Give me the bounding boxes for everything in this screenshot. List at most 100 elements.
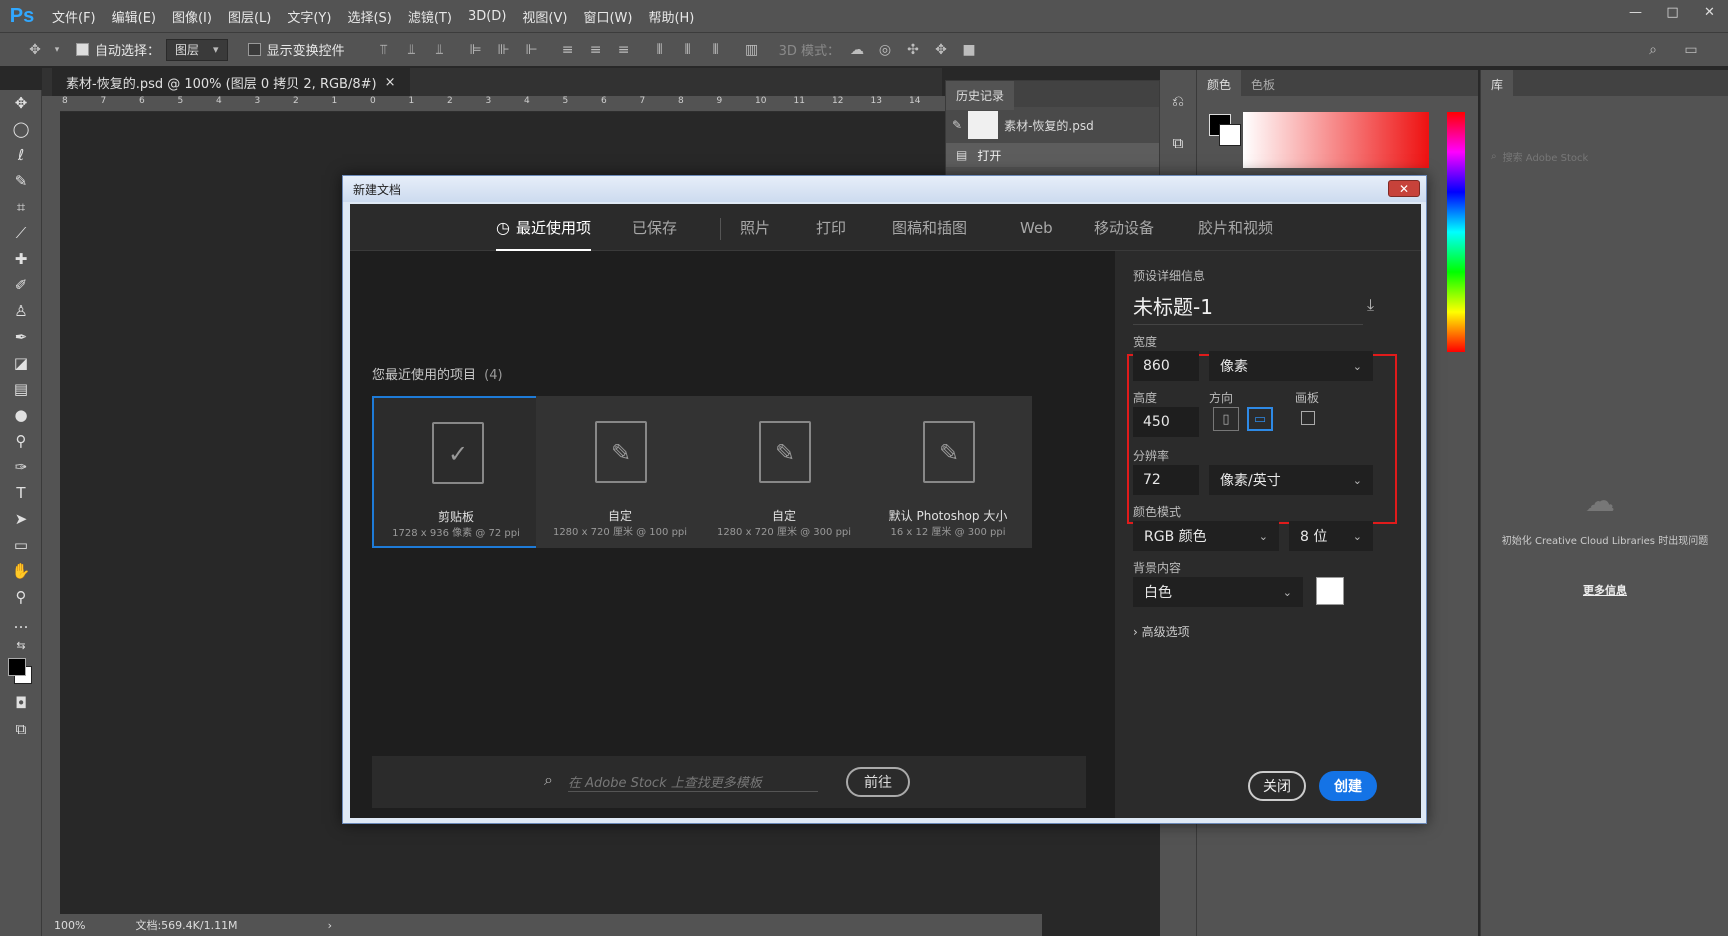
- more-info-link[interactable]: 更多信息: [1481, 582, 1728, 598]
- recent-card-clipboard[interactable]: ✓ 剪贴板 1728 x 936 像素 @ 72 ppi: [372, 396, 540, 548]
- menu-image[interactable]: 图像(I): [164, 7, 220, 26]
- tab-saved[interactable]: 已保存: [632, 204, 677, 251]
- dodge-tool-icon[interactable]: ⚲: [0, 428, 42, 454]
- swap-colors-icon[interactable]: ⇆: [0, 636, 42, 654]
- status-arrow-icon[interactable]: ›: [328, 919, 332, 932]
- landscape-orientation-button[interactable]: ▭: [1247, 407, 1273, 431]
- tab-print[interactable]: 打印: [816, 204, 846, 251]
- bit-depth-select[interactable]: 8 位 ⌄: [1289, 521, 1373, 551]
- tab-art-illustration[interactable]: 图稿和插图: [892, 204, 967, 251]
- library-search[interactable]: ⌕ 搜索 Adobe Stock: [1491, 146, 1717, 166]
- 3d-slide-icon[interactable]: ✥: [930, 42, 952, 58]
- history-step-open[interactable]: 打开: [977, 147, 1001, 164]
- menu-select[interactable]: 选择(S): [339, 7, 399, 26]
- shape-tool-icon[interactable]: ▭: [0, 532, 42, 558]
- resolution-input[interactable]: 72: [1133, 465, 1199, 495]
- align-bottom-icon[interactable]: ⫫: [429, 42, 451, 58]
- history-snapshot-name[interactable]: 素材-恢复的.psd: [1004, 117, 1094, 134]
- color-swatches-icon[interactable]: [0, 654, 42, 690]
- align-hcenter-icon[interactable]: ⊪: [493, 42, 515, 58]
- gradient-tool-icon[interactable]: ▤: [0, 376, 42, 402]
- preset-name-input[interactable]: 未标题-1: [1133, 291, 1363, 325]
- blur-tool-icon[interactable]: ●: [0, 402, 42, 428]
- menu-filter[interactable]: 滤镜(T): [400, 7, 460, 26]
- crop-tool-icon[interactable]: ⌗: [0, 194, 42, 220]
- dialog-close-button[interactable]: ✕: [1388, 180, 1420, 197]
- save-preset-icon[interactable]: ⤓: [1367, 295, 1374, 315]
- distribute-hcenter-icon[interactable]: ⦀: [677, 42, 699, 58]
- zoom-level[interactable]: 100%: [54, 919, 85, 932]
- properties-panel-icon[interactable]: ⧉: [1160, 130, 1196, 156]
- color-tab[interactable]: 颜色: [1197, 70, 1242, 96]
- background-contents-select[interactable]: 白色 ⌄: [1133, 577, 1303, 607]
- screen-mode-icon[interactable]: ⧉: [0, 716, 42, 742]
- close-icon[interactable]: ×: [385, 75, 396, 90]
- width-input[interactable]: 860: [1133, 351, 1199, 381]
- menu-file[interactable]: 文件(F): [44, 7, 104, 26]
- lasso-tool-icon[interactable]: ℓ: [0, 142, 42, 168]
- align-right-icon[interactable]: ⊩: [521, 42, 543, 58]
- eyedropper-tool-icon[interactable]: ⟋: [0, 220, 42, 246]
- recent-card-default-photoshop[interactable]: ✎ 默认 Photoshop 大小 16 x 12 厘米 @ 300 ppi: [864, 396, 1032, 548]
- background-color-swatch[interactable]: [1219, 124, 1241, 146]
- create-button[interactable]: 创建: [1319, 771, 1377, 801]
- type-tool-icon[interactable]: T: [0, 480, 42, 506]
- color-spectrum[interactable]: [1243, 112, 1429, 168]
- distribute-left-icon[interactable]: ⦀: [649, 42, 671, 58]
- menu-window[interactable]: 窗口(W): [575, 7, 640, 26]
- zoom-tool-icon[interactable]: ⚲: [0, 584, 42, 610]
- healing-tool-icon[interactable]: ✚: [0, 246, 42, 272]
- tab-film-video[interactable]: 胶片和视频: [1198, 204, 1273, 251]
- recent-card-custom-1[interactable]: ✎ 自定 1280 x 720 厘米 @ 100 ppi: [536, 396, 704, 548]
- auto-select-checkbox[interactable]: [76, 43, 89, 56]
- portrait-orientation-button[interactable]: ▯: [1213, 407, 1239, 431]
- close-button[interactable]: 关闭: [1248, 771, 1306, 801]
- 3d-drag-icon[interactable]: ✣: [902, 42, 924, 58]
- stock-go-button[interactable]: 前往: [846, 767, 910, 797]
- libraries-tab[interactable]: 库: [1481, 70, 1514, 99]
- document-tab[interactable]: 素材-恢复的.psd @ 100% (图层 0 拷贝 2, RGB/8#) ×: [52, 68, 410, 96]
- distribute-top-icon[interactable]: ≡: [557, 42, 579, 58]
- color-mode-select[interactable]: RGB 颜色 ⌄: [1133, 521, 1279, 551]
- quick-mask-icon[interactable]: ◘: [0, 690, 42, 716]
- tab-recent[interactable]: ◷ 最近使用项: [496, 204, 591, 251]
- stock-search-input[interactable]: 在 Adobe Stock 上查找更多模板: [568, 772, 818, 792]
- menu-help[interactable]: 帮助(H): [640, 7, 702, 26]
- path-select-tool-icon[interactable]: ➤: [0, 506, 42, 532]
- align-vcenter-icon[interactable]: ⫫: [401, 42, 423, 58]
- menu-type[interactable]: 文字(Y): [279, 7, 339, 26]
- swatches-tab[interactable]: 色板: [1241, 70, 1286, 96]
- auto-select-dropdown[interactable]: 图层 ▾: [166, 38, 228, 61]
- search-icon[interactable]: ⌕: [1642, 42, 1664, 58]
- quick-select-tool-icon[interactable]: ✎: [0, 168, 42, 194]
- marquee-tool-icon[interactable]: ◯: [0, 116, 42, 142]
- hue-slider[interactable]: [1447, 112, 1465, 352]
- history-tab[interactable]: 历史记录: [946, 81, 1015, 110]
- minimize-button[interactable]: —: [1617, 0, 1654, 24]
- width-unit-select[interactable]: 像素 ⌄: [1209, 351, 1373, 381]
- tab-web[interactable]: Web: [1020, 204, 1053, 251]
- move-tool-icon[interactable]: ✥: [0, 90, 42, 116]
- height-input[interactable]: 450: [1133, 407, 1199, 437]
- 3d-roll-icon[interactable]: ◎: [874, 42, 896, 58]
- menu-layer[interactable]: 图层(L): [220, 7, 279, 26]
- background-color-swatch[interactable]: [1316, 577, 1344, 605]
- recent-card-custom-2[interactable]: ✎ 自定 1280 x 720 厘米 @ 300 ppi: [700, 396, 868, 548]
- more-tools-icon[interactable]: …: [0, 610, 42, 636]
- align-top-icon[interactable]: ⫪: [373, 42, 395, 58]
- history-brush-tool-icon[interactable]: ✒: [0, 324, 42, 350]
- distribute-bottom-icon[interactable]: ≡: [613, 42, 635, 58]
- tab-photo[interactable]: 照片: [740, 204, 770, 251]
- 3d-orbit-icon[interactable]: ☁: [846, 42, 868, 58]
- 3d-scale-icon[interactable]: ■: [958, 42, 980, 58]
- stamp-tool-icon[interactable]: ♙: [0, 298, 42, 324]
- auto-align-icon[interactable]: ▥: [741, 42, 763, 58]
- chevron-down-icon[interactable]: ▾: [52, 45, 62, 55]
- show-transform-checkbox[interactable]: [247, 43, 261, 56]
- menu-view[interactable]: 视图(V): [514, 7, 575, 26]
- hand-tool-icon[interactable]: ✋: [0, 558, 42, 584]
- align-left-icon[interactable]: ⊫: [465, 42, 487, 58]
- distribute-vcenter-icon[interactable]: ≡: [585, 42, 607, 58]
- close-window-button[interactable]: ✕: [1691, 0, 1728, 24]
- menu-3d[interactable]: 3D(D): [460, 9, 514, 24]
